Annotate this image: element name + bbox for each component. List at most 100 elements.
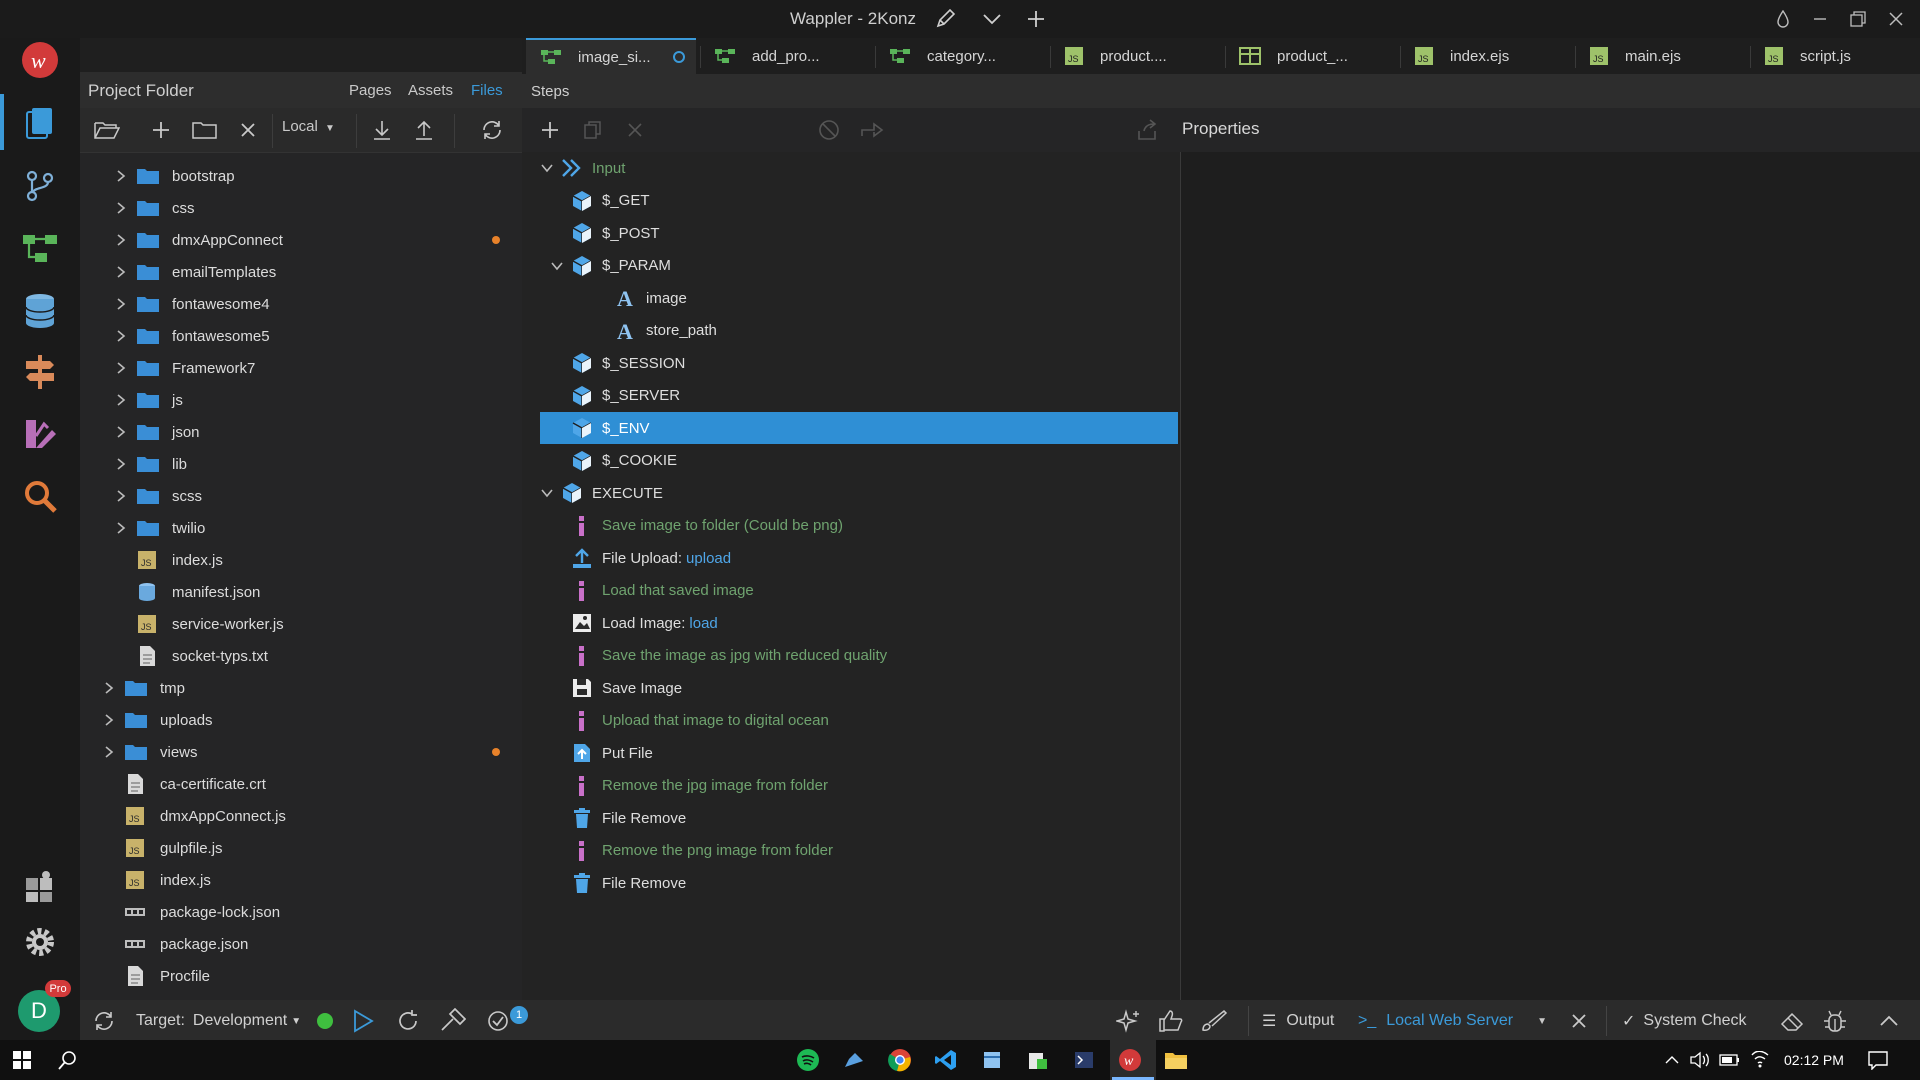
restore-icon[interactable] (1841, 6, 1875, 32)
file-tree-item[interactable]: JS index.js (80, 864, 522, 896)
step-item[interactable]: $_SERVER (540, 380, 1178, 412)
file-tree-item[interactable]: tmp (80, 672, 522, 704)
git-branch-icon[interactable] (16, 162, 64, 210)
step-item[interactable]: Upload that image to digital ocean (540, 705, 1178, 737)
editor-tab[interactable]: category... (875, 38, 1045, 74)
chevron-right-icon[interactable] (114, 393, 136, 407)
step-value-link[interactable]: load (689, 615, 717, 632)
spotify-icon[interactable] (792, 1046, 824, 1074)
add-step-icon[interactable] (535, 116, 565, 144)
step-item[interactable]: Save Image (540, 672, 1178, 704)
file-tree-item[interactable]: fontawesome5 (80, 320, 522, 352)
chevron-down-icon[interactable] (540, 486, 560, 500)
step-item[interactable]: $_COOKIE (540, 445, 1178, 477)
file-tree-item[interactable]: JS service-worker.js (80, 608, 522, 640)
chevron-down-icon[interactable] (550, 259, 570, 273)
step-item[interactable]: Astore_path (540, 315, 1178, 347)
search-icon[interactable] (16, 472, 64, 520)
file-tree-item[interactable]: json (80, 416, 522, 448)
step-item[interactable]: $_PARAM (540, 250, 1178, 282)
chevron-right-icon[interactable] (114, 425, 136, 439)
brush-icon[interactable] (1200, 1008, 1228, 1034)
step-item[interactable]: EXECUTE (540, 477, 1178, 509)
build-hammer-icon[interactable] (438, 1008, 466, 1034)
routing-signpost-icon[interactable] (16, 348, 64, 396)
disable-step-icon[interactable] (814, 116, 844, 144)
tab-files[interactable]: Files (471, 82, 503, 99)
chevron-right-icon[interactable] (114, 297, 136, 311)
run-play-icon[interactable] (352, 1008, 374, 1034)
step-item[interactable]: $_ENV (540, 412, 1178, 444)
battery-icon[interactable] (1714, 1046, 1746, 1074)
wifi-icon[interactable] (1744, 1046, 1776, 1074)
wappler-logo-icon[interactable]: w (16, 36, 64, 84)
volume-icon[interactable] (1684, 1046, 1716, 1074)
file-tree-item[interactable]: Procfile (80, 960, 522, 992)
new-file-icon[interactable] (146, 116, 176, 144)
chevron-right-icon[interactable] (114, 265, 136, 279)
file-tree-item[interactable]: manifest.json (80, 576, 522, 608)
file-tree-item[interactable]: emailTemplates (80, 256, 522, 288)
delete-icon[interactable] (233, 116, 263, 144)
design-framework-icon[interactable] (16, 410, 64, 458)
settings-gear-icon[interactable] (16, 918, 64, 966)
step-item[interactable]: Save the image as jpg with reduced quali… (540, 640, 1178, 672)
step-item[interactable]: Remove the jpg image from folder (540, 770, 1178, 802)
file-tree-item[interactable]: css (80, 192, 522, 224)
close-icon[interactable] (1879, 6, 1913, 32)
windows-start-icon[interactable] (6, 1046, 38, 1074)
database-icon[interactable] (16, 287, 64, 335)
file-tree-item[interactable]: JS gulpfile.js (80, 832, 522, 864)
server-workflow-icon[interactable] (16, 224, 64, 272)
new-folder-icon[interactable] (190, 116, 220, 144)
extensions-puzzle-icon[interactable] (16, 862, 64, 910)
wappler-app-icon[interactable]: w (1114, 1046, 1146, 1074)
step-item[interactable]: $_POST (540, 217, 1178, 249)
ai-sparkle-icon[interactable] (1116, 1008, 1142, 1034)
chevron-right-icon[interactable] (114, 457, 136, 471)
move-step-icon[interactable] (857, 116, 887, 144)
close-terminal-icon[interactable] (1570, 1008, 1588, 1034)
file-tree-item[interactable]: views (80, 736, 522, 768)
step-item[interactable]: File Remove (540, 867, 1178, 899)
chevron-right-icon[interactable] (114, 361, 136, 375)
step-item[interactable]: Save image to folder (Could be png) (540, 510, 1178, 542)
step-item[interactable]: Put File (540, 737, 1178, 769)
location-select[interactable]: Local ▼ (282, 118, 335, 135)
copy-step-icon[interactable] (578, 116, 608, 144)
step-value-link[interactable]: upload (686, 550, 731, 567)
file-tree-item[interactable]: js (80, 384, 522, 416)
editor-tab[interactable]: JS script.js (1750, 38, 1916, 74)
checks-icon[interactable] (486, 1008, 510, 1034)
upload-icon[interactable] (409, 116, 439, 144)
editor-tab[interactable]: image_si... (526, 38, 696, 74)
app-pin-icon[interactable] (838, 1046, 870, 1074)
chevron-right-icon[interactable] (102, 681, 124, 695)
remove-step-icon[interactable] (620, 116, 650, 144)
file-tree-item[interactable]: JS index.js (80, 544, 522, 576)
theme-drop-icon[interactable] (1766, 6, 1800, 32)
chevron-right-icon[interactable] (114, 521, 136, 535)
file-tree-item[interactable]: Framework7 (80, 352, 522, 384)
download-icon[interactable] (367, 116, 397, 144)
step-item[interactable]: Load that saved image (540, 575, 1178, 607)
file-tree-item[interactable]: scss (80, 480, 522, 512)
search-icon[interactable] (52, 1046, 84, 1074)
file-tree-item[interactable]: uploads (80, 704, 522, 736)
file-tree-item[interactable]: ca-certificate.crt (80, 768, 522, 800)
debug-bug-icon[interactable] (1822, 1008, 1848, 1034)
refresh-icon[interactable] (477, 116, 507, 144)
add-icon[interactable] (1024, 8, 1048, 30)
chevron-right-icon[interactable] (114, 329, 136, 343)
file-tree-item[interactable]: package-lock.json (80, 896, 522, 928)
chevron-up-icon[interactable] (1878, 1008, 1900, 1034)
output-button[interactable]: ☰ Output (1262, 1008, 1334, 1034)
file-tree-item[interactable]: dmxAppConnect (80, 224, 522, 256)
step-item[interactable]: Load Image: load (540, 607, 1178, 639)
step-item[interactable]: $_SESSION (540, 347, 1178, 379)
file-tree-item[interactable]: twilio (80, 512, 522, 544)
minimize-icon[interactable] (1803, 6, 1837, 32)
step-item[interactable]: Aimage (540, 282, 1178, 314)
file-tree-item[interactable]: package.json (80, 928, 522, 960)
chevron-right-icon[interactable] (102, 713, 124, 727)
